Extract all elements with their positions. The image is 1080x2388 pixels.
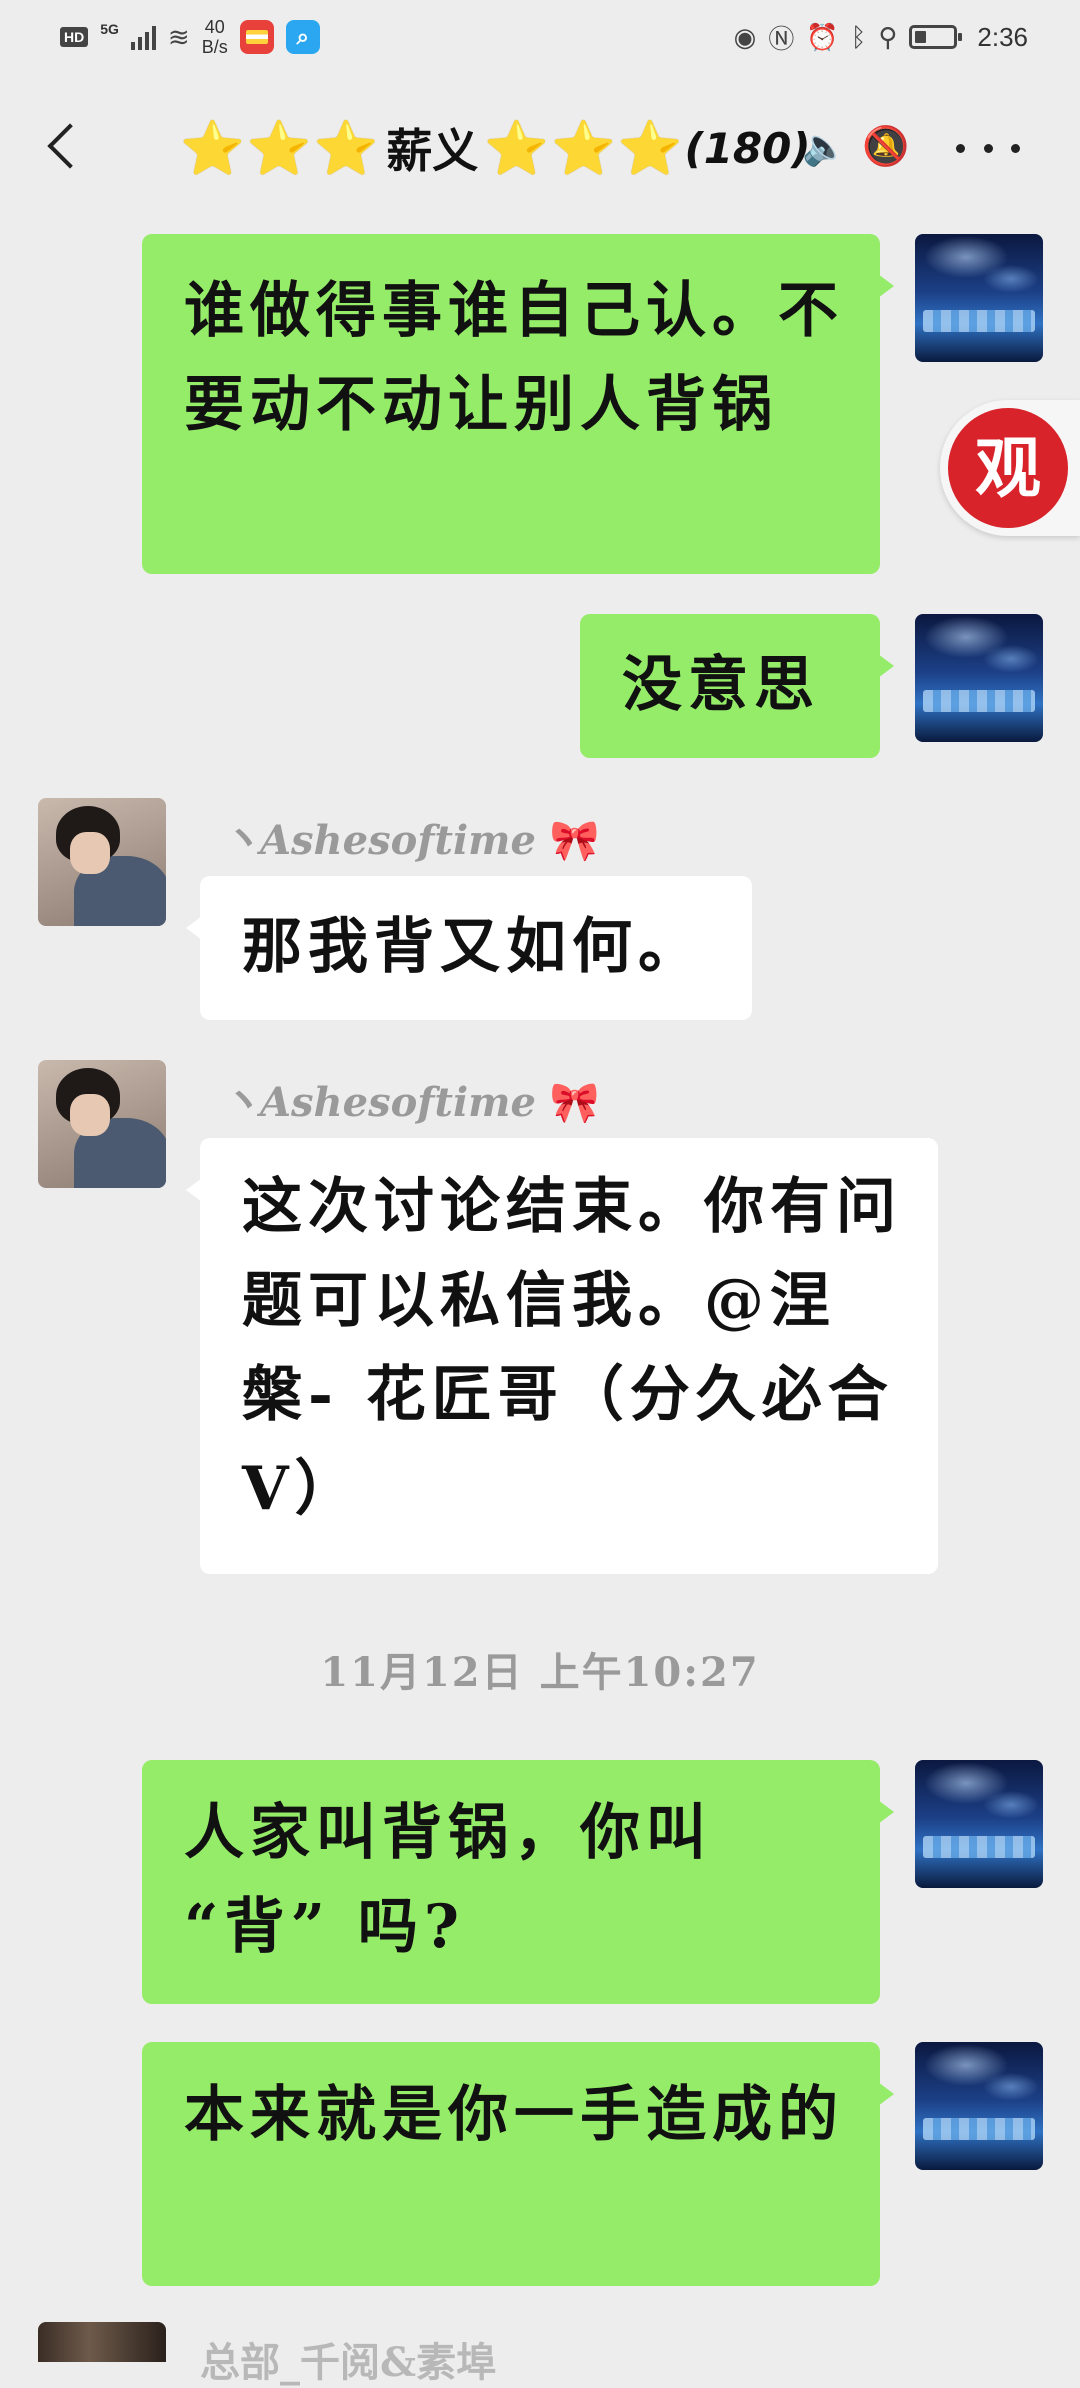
- status-bar: HD 5G ≋ 40 B/s ⌕ ◉ Ⓝ ⏰ ᛒ ⚲ 2:36: [0, 0, 1080, 74]
- other-avatar[interactable]: [38, 2322, 166, 2362]
- notification-app-icon: [239, 20, 274, 54]
- sender-name: 丶Ashesoftime 🎀: [220, 808, 600, 866]
- nfc-icon: Ⓝ: [768, 23, 795, 54]
- message-bubble-self[interactable]: 谁做得事谁自己认。不要动不动让别人背锅: [142, 234, 894, 574]
- message-bubble-self[interactable]: 没意思: [580, 614, 894, 758]
- sender-name: 总部_千阅&素埠: [200, 2339, 497, 2386]
- hd-badge: HD: [60, 27, 89, 47]
- chat-header: ⭐⭐⭐ 薪义 ⭐⭐⭐ (180) 🔈 🔕: [0, 74, 1080, 224]
- search-app-icon: ⌕: [285, 20, 320, 54]
- other-avatar[interactable]: [38, 798, 166, 926]
- message-bubble-self[interactable]: 本来就是你一手造成的: [142, 2042, 894, 2286]
- self-avatar[interactable]: [915, 1760, 1043, 1888]
- status-bar-right: ◉ Ⓝ ⏰ ᛒ ⚲ 2:36: [734, 19, 1028, 56]
- status-bar-left: HD 5G ≋ 40 B/s ⌕: [60, 17, 320, 57]
- message-bubble-other[interactable]: 那我背又如何。: [186, 876, 752, 1020]
- sender-name: 丶Ashesoftime 🎀: [220, 1070, 600, 1128]
- alarm-icon: ⏰: [806, 21, 839, 52]
- network-speed-value: 40: [204, 17, 225, 37]
- member-count: (180): [684, 123, 811, 173]
- voice-icon: 🔈: [802, 127, 847, 168]
- signal-icon: [130, 24, 156, 50]
- message-bubble-self[interactable]: 人家叫背锅，你叫 “背” 吗?: [142, 1760, 894, 2004]
- bluetooth-icon: ᛒ: [850, 21, 867, 52]
- more-options-button[interactable]: [956, 126, 1020, 170]
- news-app-icon: 观: [948, 408, 1068, 528]
- wifi-icon: ≋: [167, 21, 190, 52]
- other-avatar[interactable]: [38, 1060, 166, 1188]
- self-avatar[interactable]: [915, 2042, 1043, 2170]
- chat-title[interactable]: ⭐⭐⭐ 薪义 ⭐⭐⭐ (180): [180, 118, 811, 179]
- bow-icon: 🎀: [549, 1079, 600, 1126]
- title-stars-left: ⭐⭐⭐: [180, 118, 381, 179]
- sender-name-text: 丶Ashesoftime: [220, 1079, 536, 1126]
- self-avatar[interactable]: [915, 614, 1043, 742]
- floating-news-badge[interactable]: 观: [940, 400, 1080, 536]
- title-stars-right: ⭐⭐⭐: [484, 118, 685, 179]
- location-icon: ⚲: [878, 21, 898, 52]
- bow-icon: 🎀: [549, 817, 600, 864]
- network-type: 5G: [100, 21, 119, 37]
- network-speed: 40 B/s: [202, 17, 228, 57]
- sender-name-text: 丶Ashesoftime: [220, 817, 536, 864]
- battery-icon: [909, 25, 963, 49]
- back-button[interactable]: [40, 118, 90, 178]
- message-bubble-other[interactable]: 这次讨论结束。你有问题可以私信我。@涅槃- 花匠哥（分久必合V）: [186, 1138, 938, 1574]
- message-timestamp: 11月12日 上午10:27: [320, 1649, 760, 1696]
- status-time: 2:36: [977, 21, 1028, 52]
- eye-icon: ◉: [733, 21, 757, 52]
- network-speed-unit: B/s: [201, 37, 228, 57]
- group-name: 薪义: [386, 124, 479, 178]
- self-avatar[interactable]: [915, 234, 1043, 362]
- mute-bell-icon: 🔕: [862, 124, 910, 168]
